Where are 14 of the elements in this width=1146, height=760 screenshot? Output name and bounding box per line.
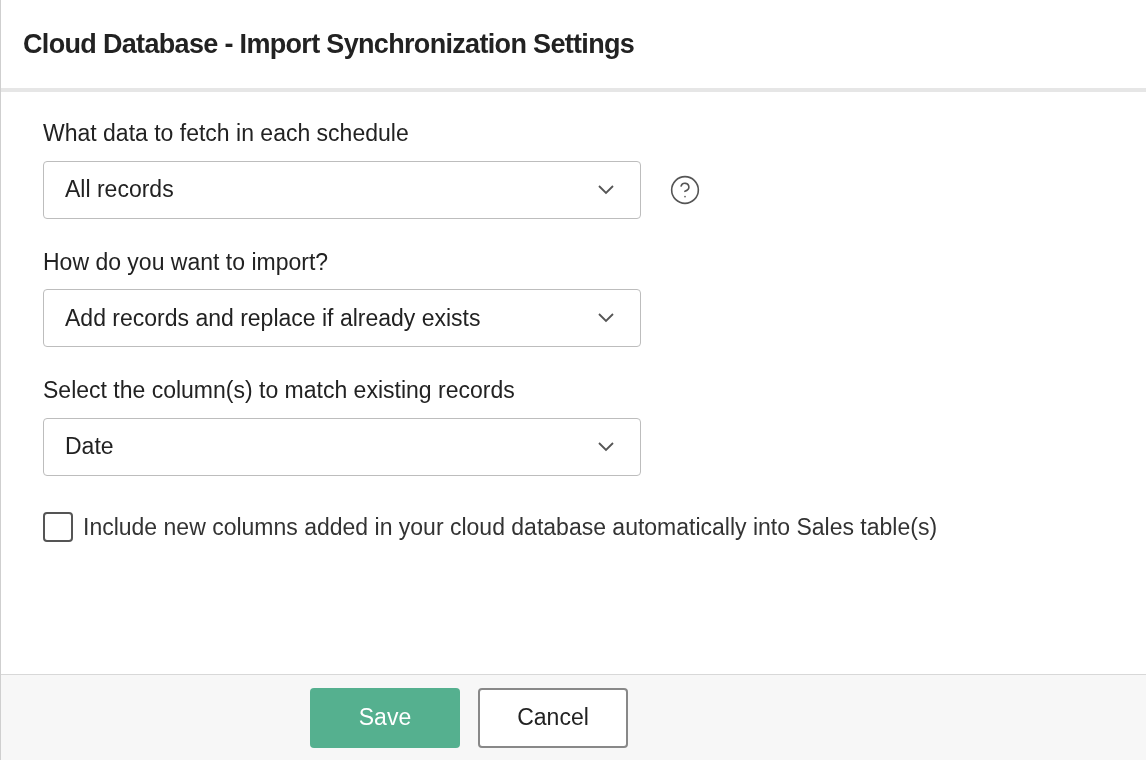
dropdown[interactable]: Add records and replace if already exists <box>43 289 641 347</box>
checkbox[interactable] <box>43 511 73 542</box>
dropdown[interactable]: Date <box>43 417 641 476</box>
cancel-button[interactable]: Cancel <box>478 687 628 748</box>
dialog-title: Cloud Database - Import Synchronization Settings <box>23 27 635 61</box>
field-label: Select the column(s) to match existing records <box>43 376 516 405</box>
checkbox-label: Include new columns added in your cloud database automatically into Sales table(s) <box>83 512 938 542</box>
chevron-down-icon <box>598 184 614 195</box>
field-label: How do you want to import? <box>43 247 330 277</box>
help-icon[interactable] <box>669 173 701 206</box>
dropdown[interactable]: All records <box>43 160 641 219</box>
chevron-down-icon <box>598 313 614 323</box>
chevron-down-icon <box>598 441 614 452</box>
field-label: What data to fetch in each schedule <box>43 119 410 148</box>
